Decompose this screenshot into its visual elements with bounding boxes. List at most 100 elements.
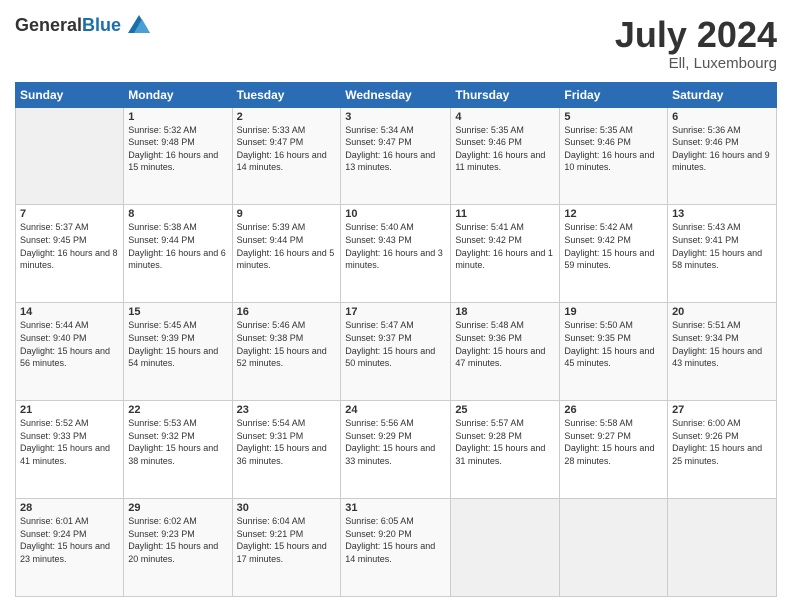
day-info: Sunrise: 5:46 AMSunset: 9:38 PMDaylight:… (237, 319, 337, 369)
header-saturday: Saturday (668, 82, 777, 107)
day-info: Sunrise: 6:01 AMSunset: 9:24 PMDaylight:… (20, 515, 119, 565)
day-info: Sunrise: 5:35 AMSunset: 9:46 PMDaylight:… (564, 124, 663, 174)
header: GeneralBlue July 2024 Ell, Luxembourg (15, 15, 777, 72)
cell-w2-d5: 11Sunrise: 5:41 AMSunset: 9:42 PMDayligh… (451, 205, 560, 303)
week-row-2: 7Sunrise: 5:37 AMSunset: 9:45 PMDaylight… (16, 205, 777, 303)
day-number: 12 (564, 208, 663, 220)
day-info: Sunrise: 6:04 AMSunset: 9:21 PMDaylight:… (237, 515, 337, 565)
day-number: 22 (128, 404, 227, 416)
day-info: Sunrise: 5:45 AMSunset: 9:39 PMDaylight:… (128, 319, 227, 369)
month-title: July 2024 (615, 15, 777, 55)
cell-w3-d6: 19Sunrise: 5:50 AMSunset: 9:35 PMDayligh… (560, 303, 668, 401)
day-number: 6 (672, 111, 772, 123)
day-info: Sunrise: 5:48 AMSunset: 9:36 PMDaylight:… (455, 319, 555, 369)
day-number: 11 (455, 208, 555, 220)
day-info: Sunrise: 6:02 AMSunset: 9:23 PMDaylight:… (128, 515, 227, 565)
day-info: Sunrise: 5:35 AMSunset: 9:46 PMDaylight:… (455, 124, 555, 174)
week-row-5: 28Sunrise: 6:01 AMSunset: 9:24 PMDayligh… (16, 499, 777, 597)
day-info: Sunrise: 5:38 AMSunset: 9:44 PMDaylight:… (128, 221, 227, 271)
day-number: 21 (20, 404, 119, 416)
header-tuesday: Tuesday (232, 82, 341, 107)
day-number: 3 (345, 111, 446, 123)
cell-w1-d2: 1Sunrise: 5:32 AMSunset: 9:48 PMDaylight… (124, 107, 232, 205)
day-info: Sunrise: 5:32 AMSunset: 9:48 PMDaylight:… (128, 124, 227, 174)
header-row: Sunday Monday Tuesday Wednesday Thursday… (16, 82, 777, 107)
cell-w2-d1: 7Sunrise: 5:37 AMSunset: 9:45 PMDaylight… (16, 205, 124, 303)
day-number: 5 (564, 111, 663, 123)
cell-w5-d6 (560, 499, 668, 597)
day-info: Sunrise: 5:42 AMSunset: 9:42 PMDaylight:… (564, 221, 663, 271)
cell-w1-d3: 2Sunrise: 5:33 AMSunset: 9:47 PMDaylight… (232, 107, 341, 205)
logo-text-blue: Blue (82, 15, 121, 35)
cell-w5-d2: 29Sunrise: 6:02 AMSunset: 9:23 PMDayligh… (124, 499, 232, 597)
cell-w3-d3: 16Sunrise: 5:46 AMSunset: 9:38 PMDayligh… (232, 303, 341, 401)
day-info: Sunrise: 5:43 AMSunset: 9:41 PMDaylight:… (672, 221, 772, 271)
day-info: Sunrise: 5:36 AMSunset: 9:46 PMDaylight:… (672, 124, 772, 174)
day-info: Sunrise: 5:50 AMSunset: 9:35 PMDaylight:… (564, 319, 663, 369)
cell-w1-d4: 3Sunrise: 5:34 AMSunset: 9:47 PMDaylight… (341, 107, 451, 205)
cell-w3-d4: 17Sunrise: 5:47 AMSunset: 9:37 PMDayligh… (341, 303, 451, 401)
title-block: July 2024 Ell, Luxembourg (615, 15, 777, 72)
cell-w3-d2: 15Sunrise: 5:45 AMSunset: 9:39 PMDayligh… (124, 303, 232, 401)
cell-w5-d7 (668, 499, 777, 597)
logo: GeneralBlue (15, 15, 150, 39)
cell-w5-d5 (451, 499, 560, 597)
cell-w1-d1 (16, 107, 124, 205)
day-info: Sunrise: 5:47 AMSunset: 9:37 PMDaylight:… (345, 319, 446, 369)
cell-w4-d5: 25Sunrise: 5:57 AMSunset: 9:28 PMDayligh… (451, 401, 560, 499)
day-number: 14 (20, 306, 119, 318)
day-number: 7 (20, 208, 119, 220)
cell-w4-d6: 26Sunrise: 5:58 AMSunset: 9:27 PMDayligh… (560, 401, 668, 499)
cell-w5-d4: 31Sunrise: 6:05 AMSunset: 9:20 PMDayligh… (341, 499, 451, 597)
cell-w1-d7: 6Sunrise: 5:36 AMSunset: 9:46 PMDaylight… (668, 107, 777, 205)
day-number: 10 (345, 208, 446, 220)
day-number: 17 (345, 306, 446, 318)
day-info: Sunrise: 5:51 AMSunset: 9:34 PMDaylight:… (672, 319, 772, 369)
day-number: 27 (672, 404, 772, 416)
calendar-table: Sunday Monday Tuesday Wednesday Thursday… (15, 82, 777, 597)
day-info: Sunrise: 5:44 AMSunset: 9:40 PMDaylight:… (20, 319, 119, 369)
cell-w2-d2: 8Sunrise: 5:38 AMSunset: 9:44 PMDaylight… (124, 205, 232, 303)
cell-w4-d7: 27Sunrise: 6:00 AMSunset: 9:26 PMDayligh… (668, 401, 777, 499)
day-number: 24 (345, 404, 446, 416)
page: GeneralBlue July 2024 Ell, Luxembourg Su… (0, 0, 792, 612)
header-monday: Monday (124, 82, 232, 107)
cell-w4-d1: 21Sunrise: 5:52 AMSunset: 9:33 PMDayligh… (16, 401, 124, 499)
cell-w2-d4: 10Sunrise: 5:40 AMSunset: 9:43 PMDayligh… (341, 205, 451, 303)
day-info: Sunrise: 5:37 AMSunset: 9:45 PMDaylight:… (20, 221, 119, 271)
day-number: 19 (564, 306, 663, 318)
day-number: 26 (564, 404, 663, 416)
day-info: Sunrise: 5:58 AMSunset: 9:27 PMDaylight:… (564, 417, 663, 467)
day-number: 18 (455, 306, 555, 318)
day-info: Sunrise: 5:41 AMSunset: 9:42 PMDaylight:… (455, 221, 555, 271)
day-info: Sunrise: 6:05 AMSunset: 9:20 PMDaylight:… (345, 515, 446, 565)
cell-w4-d2: 22Sunrise: 5:53 AMSunset: 9:32 PMDayligh… (124, 401, 232, 499)
week-row-3: 14Sunrise: 5:44 AMSunset: 9:40 PMDayligh… (16, 303, 777, 401)
header-sunday: Sunday (16, 82, 124, 107)
day-info: Sunrise: 5:34 AMSunset: 9:47 PMDaylight:… (345, 124, 446, 174)
day-number: 4 (455, 111, 555, 123)
logo-icon (128, 15, 150, 33)
week-row-4: 21Sunrise: 5:52 AMSunset: 9:33 PMDayligh… (16, 401, 777, 499)
cell-w3-d1: 14Sunrise: 5:44 AMSunset: 9:40 PMDayligh… (16, 303, 124, 401)
cell-w3-d7: 20Sunrise: 5:51 AMSunset: 9:34 PMDayligh… (668, 303, 777, 401)
cell-w2-d7: 13Sunrise: 5:43 AMSunset: 9:41 PMDayligh… (668, 205, 777, 303)
day-number: 28 (20, 502, 119, 514)
cell-w5-d1: 28Sunrise: 6:01 AMSunset: 9:24 PMDayligh… (16, 499, 124, 597)
day-number: 2 (237, 111, 337, 123)
cell-w4-d3: 23Sunrise: 5:54 AMSunset: 9:31 PMDayligh… (232, 401, 341, 499)
day-number: 15 (128, 306, 227, 318)
day-number: 1 (128, 111, 227, 123)
cell-w2-d6: 12Sunrise: 5:42 AMSunset: 9:42 PMDayligh… (560, 205, 668, 303)
cell-w1-d6: 5Sunrise: 5:35 AMSunset: 9:46 PMDaylight… (560, 107, 668, 205)
cell-w4-d4: 24Sunrise: 5:56 AMSunset: 9:29 PMDayligh… (341, 401, 451, 499)
cell-w2-d3: 9Sunrise: 5:39 AMSunset: 9:44 PMDaylight… (232, 205, 341, 303)
day-info: Sunrise: 5:39 AMSunset: 9:44 PMDaylight:… (237, 221, 337, 271)
day-number: 8 (128, 208, 227, 220)
day-info: Sunrise: 6:00 AMSunset: 9:26 PMDaylight:… (672, 417, 772, 467)
header-wednesday: Wednesday (341, 82, 451, 107)
header-thursday: Thursday (451, 82, 560, 107)
day-info: Sunrise: 5:40 AMSunset: 9:43 PMDaylight:… (345, 221, 446, 271)
week-row-1: 1Sunrise: 5:32 AMSunset: 9:48 PMDaylight… (16, 107, 777, 205)
day-info: Sunrise: 5:56 AMSunset: 9:29 PMDaylight:… (345, 417, 446, 467)
